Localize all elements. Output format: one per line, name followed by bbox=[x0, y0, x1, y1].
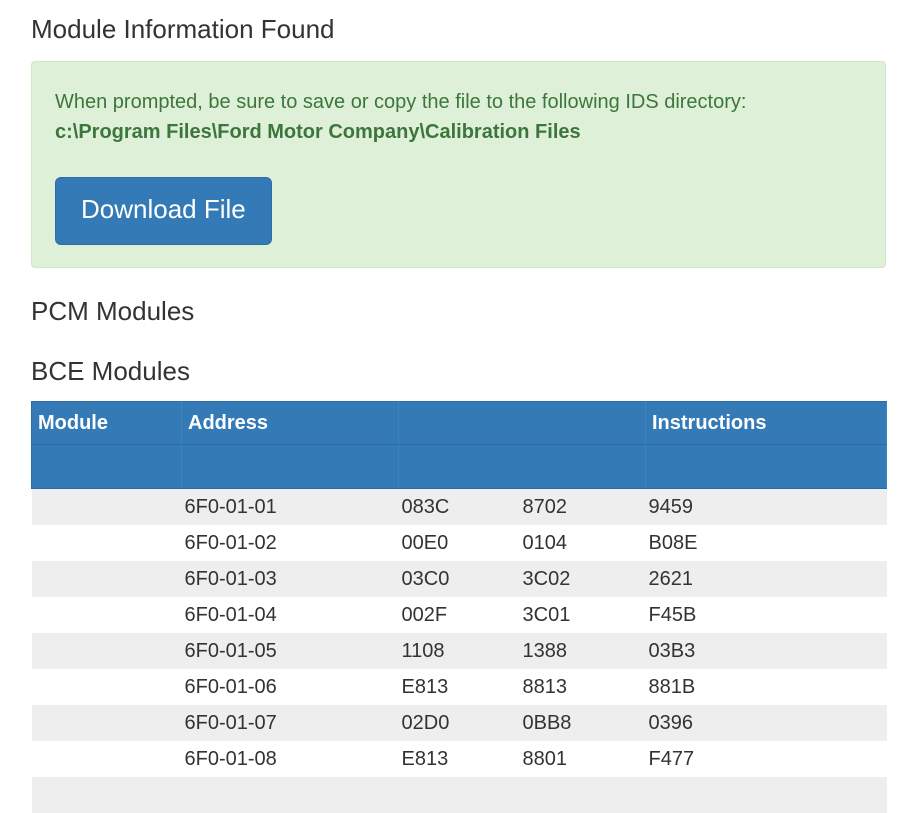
cell-value-3: F477 bbox=[646, 741, 887, 777]
table-row: 6F0-01-07 02D0 0BB8 0396 bbox=[32, 705, 887, 741]
cell-value-1: 02D0 bbox=[399, 705, 520, 741]
cell-value-2 bbox=[520, 777, 646, 813]
table-row: 6F0-01-04 002F 3C01 F45B bbox=[32, 597, 887, 633]
cell-value-3 bbox=[646, 777, 887, 813]
cell-value-2: 3C01 bbox=[520, 597, 646, 633]
header-address[interactable]: Address bbox=[182, 402, 399, 445]
main-content: Module Information Found When prompted, … bbox=[31, 0, 886, 813]
cell-value-2: 8801 bbox=[520, 741, 646, 777]
bce-modules-heading: BCE Modules bbox=[31, 356, 886, 386]
cell-address: 6F0-01-06 bbox=[182, 669, 399, 705]
table-body: 6F0-01-01 083C 8702 9459 6F0-01-02 00E0 … bbox=[32, 489, 887, 813]
table-row: 6F0-01-08 E813 8801 F477 bbox=[32, 741, 887, 777]
header-filter-address bbox=[182, 445, 399, 489]
cell-address: 6F0-01-05 bbox=[182, 633, 399, 669]
cell-module bbox=[32, 597, 182, 633]
table-row-partial bbox=[32, 777, 887, 813]
cell-module bbox=[32, 633, 182, 669]
header-filter-module bbox=[32, 445, 182, 489]
cell-address bbox=[182, 777, 399, 813]
cell-module bbox=[32, 777, 182, 813]
table-row: 6F0-01-02 00E0 0104 B08E bbox=[32, 525, 887, 561]
cell-module bbox=[32, 741, 182, 777]
table-row: 6F0-01-01 083C 8702 9459 bbox=[32, 489, 887, 526]
header-instructions[interactable]: Instructions bbox=[646, 402, 887, 445]
cell-value-1: E813 bbox=[399, 741, 520, 777]
cell-value-3: 03B3 bbox=[646, 633, 887, 669]
cell-value-3: B08E bbox=[646, 525, 887, 561]
success-alert: When prompted, be sure to save or copy t… bbox=[31, 61, 886, 268]
cell-module bbox=[32, 489, 182, 526]
header-filter-blank bbox=[399, 445, 646, 489]
cell-module bbox=[32, 561, 182, 597]
header-module[interactable]: Module bbox=[32, 402, 182, 445]
table-row: 6F0-01-06 E813 8813 881B bbox=[32, 669, 887, 705]
cell-module bbox=[32, 669, 182, 705]
cell-address: 6F0-01-07 bbox=[182, 705, 399, 741]
cell-value-3: F45B bbox=[646, 597, 887, 633]
header-filter-instructions bbox=[646, 445, 887, 489]
page-title: Module Information Found bbox=[31, 0, 886, 44]
cell-value-2: 8813 bbox=[520, 669, 646, 705]
cell-value-1: 083C bbox=[399, 489, 520, 526]
cell-value-1: 03C0 bbox=[399, 561, 520, 597]
bce-modules-table: Module Address Instructions 6F0-01-01 08… bbox=[31, 401, 887, 813]
cell-value-3: 881B bbox=[646, 669, 887, 705]
cell-address: 6F0-01-01 bbox=[182, 489, 399, 526]
ids-directory-path: c:\Program Files\Ford Motor Company\Cali… bbox=[55, 117, 862, 147]
cell-value-2: 0104 bbox=[520, 525, 646, 561]
pcm-modules-heading: PCM Modules bbox=[31, 296, 886, 326]
cell-module bbox=[32, 705, 182, 741]
cell-module bbox=[32, 525, 182, 561]
cell-address: 6F0-01-02 bbox=[182, 525, 399, 561]
cell-value-1: 1108 bbox=[399, 633, 520, 669]
cell-value-2: 0BB8 bbox=[520, 705, 646, 741]
cell-address: 6F0-01-04 bbox=[182, 597, 399, 633]
cell-value-3: 2621 bbox=[646, 561, 887, 597]
cell-value-3: 0396 bbox=[646, 705, 887, 741]
cell-value-2: 3C02 bbox=[520, 561, 646, 597]
cell-value-1 bbox=[399, 777, 520, 813]
cell-value-1: E813 bbox=[399, 669, 520, 705]
alert-message: When prompted, be sure to save or copy t… bbox=[55, 87, 862, 117]
cell-value-1: 002F bbox=[399, 597, 520, 633]
cell-value-3: 9459 bbox=[646, 489, 887, 526]
cell-value-2: 8702 bbox=[520, 489, 646, 526]
cell-value-2: 1388 bbox=[520, 633, 646, 669]
header-blank[interactable] bbox=[399, 402, 646, 445]
download-file-button[interactable]: Download File bbox=[55, 177, 272, 245]
table-row: 6F0-01-05 1108 1388 03B3 bbox=[32, 633, 887, 669]
cell-address: 6F0-01-08 bbox=[182, 741, 399, 777]
table-row: 6F0-01-03 03C0 3C02 2621 bbox=[32, 561, 887, 597]
cell-value-1: 00E0 bbox=[399, 525, 520, 561]
cell-address: 6F0-01-03 bbox=[182, 561, 399, 597]
